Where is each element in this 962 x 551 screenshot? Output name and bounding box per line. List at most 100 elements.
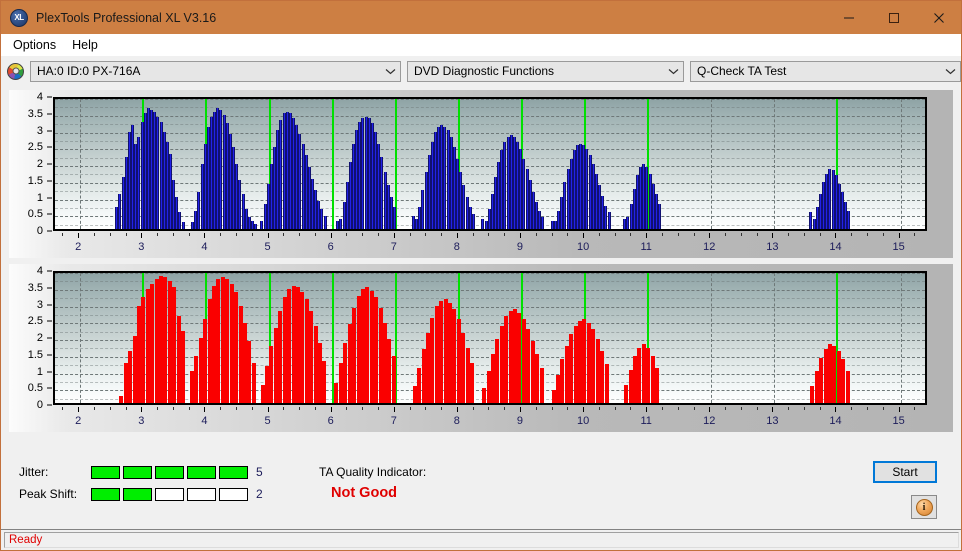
chart-bar <box>199 338 203 403</box>
chart-bar <box>352 308 356 403</box>
x-axis-tick <box>899 233 900 238</box>
x-axis-tick <box>141 407 142 412</box>
x-axis-tick-minor <box>62 407 63 410</box>
x-axis-tick-minor <box>362 407 363 410</box>
chart-bar <box>815 371 819 403</box>
x-axis-tick-label: 11 <box>640 415 651 427</box>
x-axis-tick-minor <box>157 233 158 236</box>
peak-shift-label: Peak Shift: <box>19 487 91 501</box>
y-axis-tick-label: 3 <box>37 125 43 137</box>
info-button[interactable]: i <box>911 495 937 519</box>
chart-bar <box>439 301 443 403</box>
chart-bar <box>608 212 611 229</box>
chart-bar <box>509 311 513 403</box>
meter-segment <box>123 488 152 501</box>
chart-bar <box>633 356 637 403</box>
x-axis-tick <box>835 233 836 238</box>
chart-bar <box>212 286 216 403</box>
x-axis-tick <box>709 407 710 412</box>
chart-bar <box>582 319 586 403</box>
function-select-value: DVD Diagnostic Functions <box>414 64 663 78</box>
minimize-icon[interactable] <box>826 1 871 34</box>
chart-bar <box>426 333 430 403</box>
y-axis-tick <box>47 214 52 215</box>
chart-bar <box>466 348 470 403</box>
x-axis-tick <box>204 233 205 238</box>
chart-bar <box>482 388 486 403</box>
chart-bar <box>535 354 539 403</box>
title-bar: XL PlexTools Professional XL V3.16 <box>1 1 961 34</box>
y-axis-tick-label: 3.5 <box>28 108 43 120</box>
start-button[interactable]: Start <box>873 461 937 483</box>
x-axis-tick-minor <box>678 233 679 236</box>
chart-bar <box>413 386 417 403</box>
x-axis-tick-label: 13 <box>766 241 778 253</box>
chart-bar <box>500 326 504 403</box>
chart-bar <box>846 371 850 403</box>
x-axis-tick-minor <box>804 233 805 236</box>
chart-bar <box>283 297 287 403</box>
chart-bar <box>837 351 841 403</box>
y-axis-tick-label: 3 <box>37 299 43 311</box>
x-axis-tick-minor <box>473 233 474 236</box>
chart-bar <box>265 366 269 403</box>
bar-series-upper <box>55 99 925 229</box>
x-axis-tick-minor <box>315 233 316 236</box>
x-axis-tick-minor <box>410 407 411 410</box>
chart-bar <box>274 328 278 403</box>
x-axis-tick-minor <box>694 233 695 236</box>
chart-bar <box>569 334 573 403</box>
menu-item-options[interactable]: Options <box>9 36 64 55</box>
chart-bar <box>637 348 641 403</box>
drive-select[interactable]: HA:0 ID:0 PX-716A <box>30 61 401 82</box>
x-axis-tick-label: 12 <box>703 415 715 427</box>
meter-segment <box>155 488 184 501</box>
x-axis-tick-label: 5 <box>264 241 270 253</box>
x-axis-tick-minor <box>252 407 253 410</box>
chart-bar <box>296 287 300 403</box>
chart-bar <box>629 370 633 404</box>
chart-bar <box>591 329 595 403</box>
chart-bar <box>254 224 257 229</box>
maximize-icon[interactable] <box>871 1 916 34</box>
chart-bar <box>487 371 491 403</box>
drive-select-value: HA:0 ID:0 PX-716A <box>37 64 380 78</box>
chart-bar <box>574 326 578 403</box>
chart-bar <box>457 319 461 403</box>
bar-series-lower <box>55 273 925 403</box>
chart-bar <box>243 323 247 403</box>
x-axis-tick <box>772 233 773 238</box>
x-axis-tick <box>520 233 521 238</box>
x-axis-tick-minor <box>189 407 190 410</box>
chart-bar <box>252 363 256 403</box>
chart-bar <box>646 348 650 403</box>
close-icon[interactable] <box>916 1 961 34</box>
chart-bar <box>472 214 475 229</box>
x-axis-tick-minor <box>662 233 663 236</box>
x-axis-tick-minor <box>236 233 237 236</box>
chart-bar <box>177 316 181 403</box>
y-axis-tick-label: 1.5 <box>28 349 43 361</box>
chart-bar <box>526 329 530 403</box>
x-axis-tick-minor <box>252 233 253 236</box>
x-axis-tick-minor <box>126 407 127 410</box>
x-axis-tick-label: 7 <box>391 415 397 427</box>
x-axis-tick-minor <box>441 233 442 236</box>
x-axis-tick <box>394 233 395 238</box>
menu-item-help[interactable]: Help <box>68 36 106 55</box>
test-select[interactable]: Q-Check TA Test <box>690 61 961 82</box>
chart-bar <box>119 396 123 403</box>
jitter-meter <box>91 466 248 479</box>
x-axis-tick <box>520 407 521 412</box>
x-axis-tick <box>709 233 710 238</box>
x-axis-tick <box>78 233 79 238</box>
x-axis-tick-minor <box>283 407 284 410</box>
x-axis-tick-label: 10 <box>577 415 589 427</box>
x-axis-tick-minor <box>504 407 505 410</box>
chart-bar <box>194 356 198 403</box>
chart-bar <box>605 364 609 403</box>
function-select[interactable]: DVD Diagnostic Functions <box>407 61 684 82</box>
x-axis-tick-label: 4 <box>201 241 207 253</box>
x-axis-tick <box>646 233 647 238</box>
chart-bar <box>624 385 628 403</box>
